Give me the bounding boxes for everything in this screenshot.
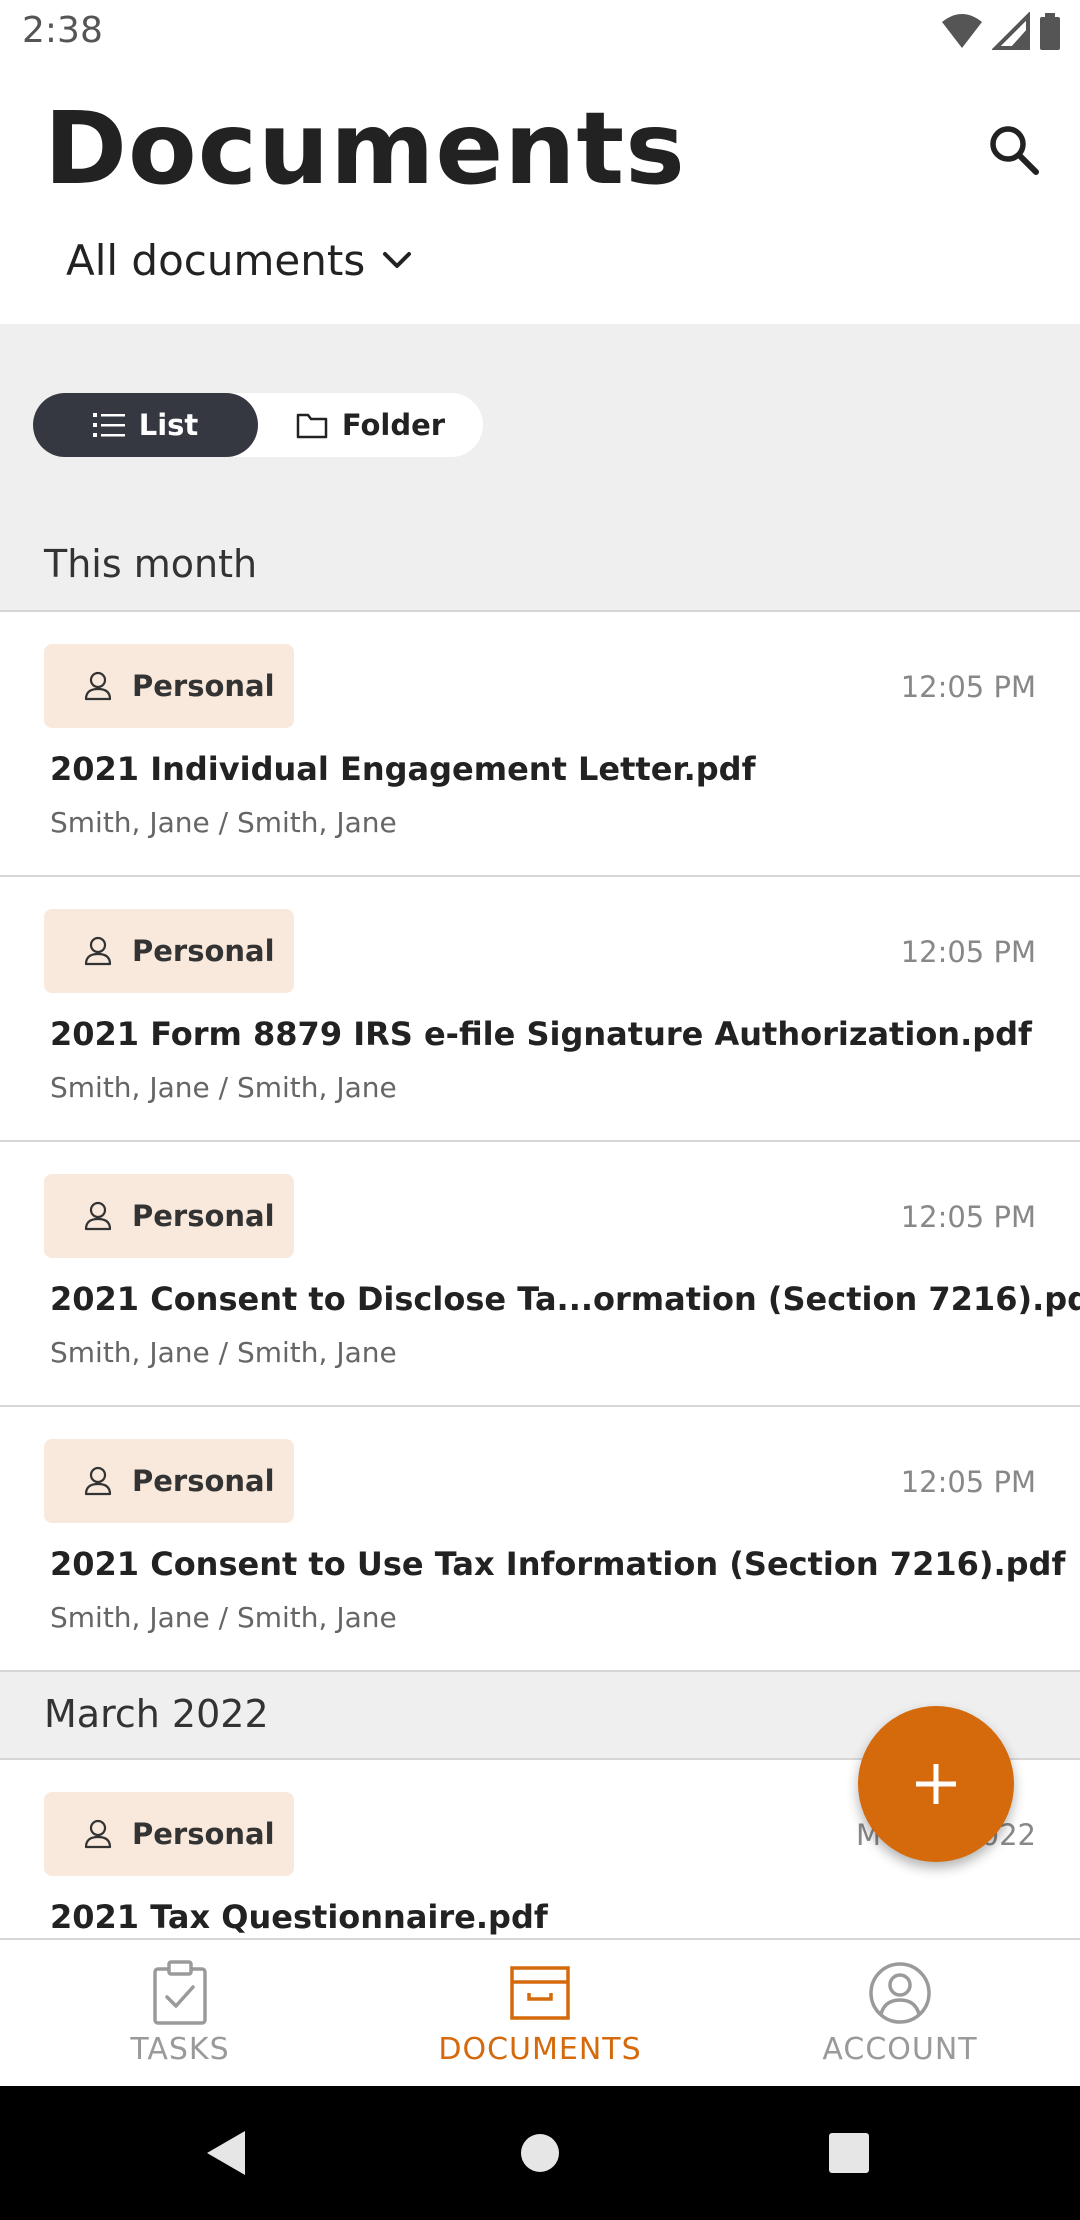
category-tag: Personal: [44, 1174, 294, 1258]
search-icon: [990, 126, 1039, 175]
plus-icon: [916, 1764, 956, 1804]
nav-tab-documents[interactable]: DOCUMENTS: [360, 1940, 720, 2088]
search-button[interactable]: [978, 114, 1050, 186]
nav-tab-label: DOCUMENTS: [438, 2032, 642, 2067]
document-list-item[interactable]: Personal 12:05 PM 2021 Individual Engage…: [0, 612, 1080, 877]
folder-icon: [296, 413, 328, 439]
person-icon: [84, 1819, 112, 1849]
person-icon: [84, 936, 112, 966]
home-circle-icon: [521, 2134, 559, 2172]
list-icon: [92, 413, 125, 437]
document-owner: Smith, Jane / Smith, Jane: [50, 806, 397, 839]
category-tag: Personal: [44, 1439, 294, 1523]
category-tag-label: Personal: [132, 1817, 275, 1851]
document-name: 2021 Tax Questionnaire.pdf: [50, 1898, 548, 1936]
nav-tab-label: TASKS: [130, 2032, 230, 2067]
filter-selected-label: All documents: [66, 236, 366, 285]
category-tag-label: Personal: [132, 1464, 275, 1498]
document-name: 2021 Consent to Disclose Ta...ormation (…: [50, 1280, 1080, 1318]
nav-tab-account[interactable]: ACCOUNT: [720, 1940, 1080, 2088]
recents-square-icon: [829, 2133, 869, 2173]
document-owner: Smith, Jane / Smith, Jane: [50, 1336, 397, 1369]
wifi-icon: [942, 14, 982, 48]
category-tag-label: Personal: [132, 669, 275, 703]
document-list-item[interactable]: Personal 12:05 PM 2021 Consent to Use Ta…: [0, 1407, 1080, 1672]
document-owner: Smith, Jane / Smith, Jane: [50, 1601, 397, 1634]
user-circle-icon: [869, 1962, 931, 2024]
nav-tab-label: ACCOUNT: [822, 2032, 978, 2067]
archive-box-icon: [510, 1966, 570, 2020]
page-title: Documents: [44, 90, 686, 207]
document-owner: Smith, Jane / Smith, Jane: [50, 1071, 397, 1104]
person-icon: [84, 671, 112, 701]
status-bar: 2:38: [0, 0, 1080, 68]
category-tag-label: Personal: [132, 934, 275, 968]
clipboard-check-icon: [153, 1960, 207, 2025]
document-time: 12:05 PM: [900, 935, 1036, 969]
section-header-label: March 2022: [44, 1692, 269, 1736]
toolbar-band: List Folder This month: [0, 324, 1080, 610]
add-document-button[interactable]: [858, 1706, 1014, 1862]
back-button[interactable]: [205, 2129, 247, 2181]
app-header: Documents All documents: [0, 68, 1080, 324]
section-header-this-month: This month: [44, 542, 258, 586]
document-name: 2021 Individual Engagement Letter.pdf: [50, 750, 756, 788]
system-navigation-bar: [0, 2086, 1080, 2220]
nav-tab-tasks[interactable]: TASKS: [0, 1940, 360, 2088]
category-tag-label: Personal: [132, 1199, 275, 1233]
document-name: 2021 Consent to Use Tax Information (Sec…: [50, 1545, 1066, 1583]
list-view-label: List: [138, 408, 199, 442]
folder-view-label: Folder: [341, 408, 446, 442]
document-list-item[interactable]: Personal 12:05 PM 2021 Consent to Disclo…: [0, 1142, 1080, 1407]
folder-view-button[interactable]: Folder: [258, 393, 483, 457]
document-time: 12:05 PM: [900, 670, 1036, 704]
status-icons: [940, 12, 1062, 52]
view-toggle: List Folder: [33, 393, 483, 457]
list-view-button[interactable]: List: [33, 393, 258, 457]
battery-icon: [1040, 13, 1060, 50]
document-name: 2021 Form 8879 IRS e-file Signature Auth…: [50, 1015, 1032, 1053]
person-icon: [84, 1201, 112, 1231]
document-time: 12:05 PM: [900, 1200, 1036, 1234]
document-time: 12:05 PM: [900, 1465, 1036, 1499]
person-icon: [84, 1466, 112, 1496]
back-triangle-icon: [207, 2131, 245, 2175]
bottom-navigation: TASKS DOCUMENTS ACCOUNT: [0, 1938, 1080, 2086]
document-list-item[interactable]: Personal 12:05 PM 2021 Form 8879 IRS e-f…: [0, 877, 1080, 1142]
cellular-signal-icon: [992, 12, 1030, 50]
home-button[interactable]: [520, 2133, 560, 2177]
recents-button[interactable]: [828, 2132, 870, 2178]
chevron-down-icon: [383, 251, 412, 268]
category-tag: Personal: [44, 1792, 294, 1876]
category-tag: Personal: [44, 644, 294, 728]
document-filter-dropdown[interactable]: All documents: [66, 236, 415, 285]
status-time: 2:38: [22, 10, 103, 51]
category-tag: Personal: [44, 909, 294, 993]
